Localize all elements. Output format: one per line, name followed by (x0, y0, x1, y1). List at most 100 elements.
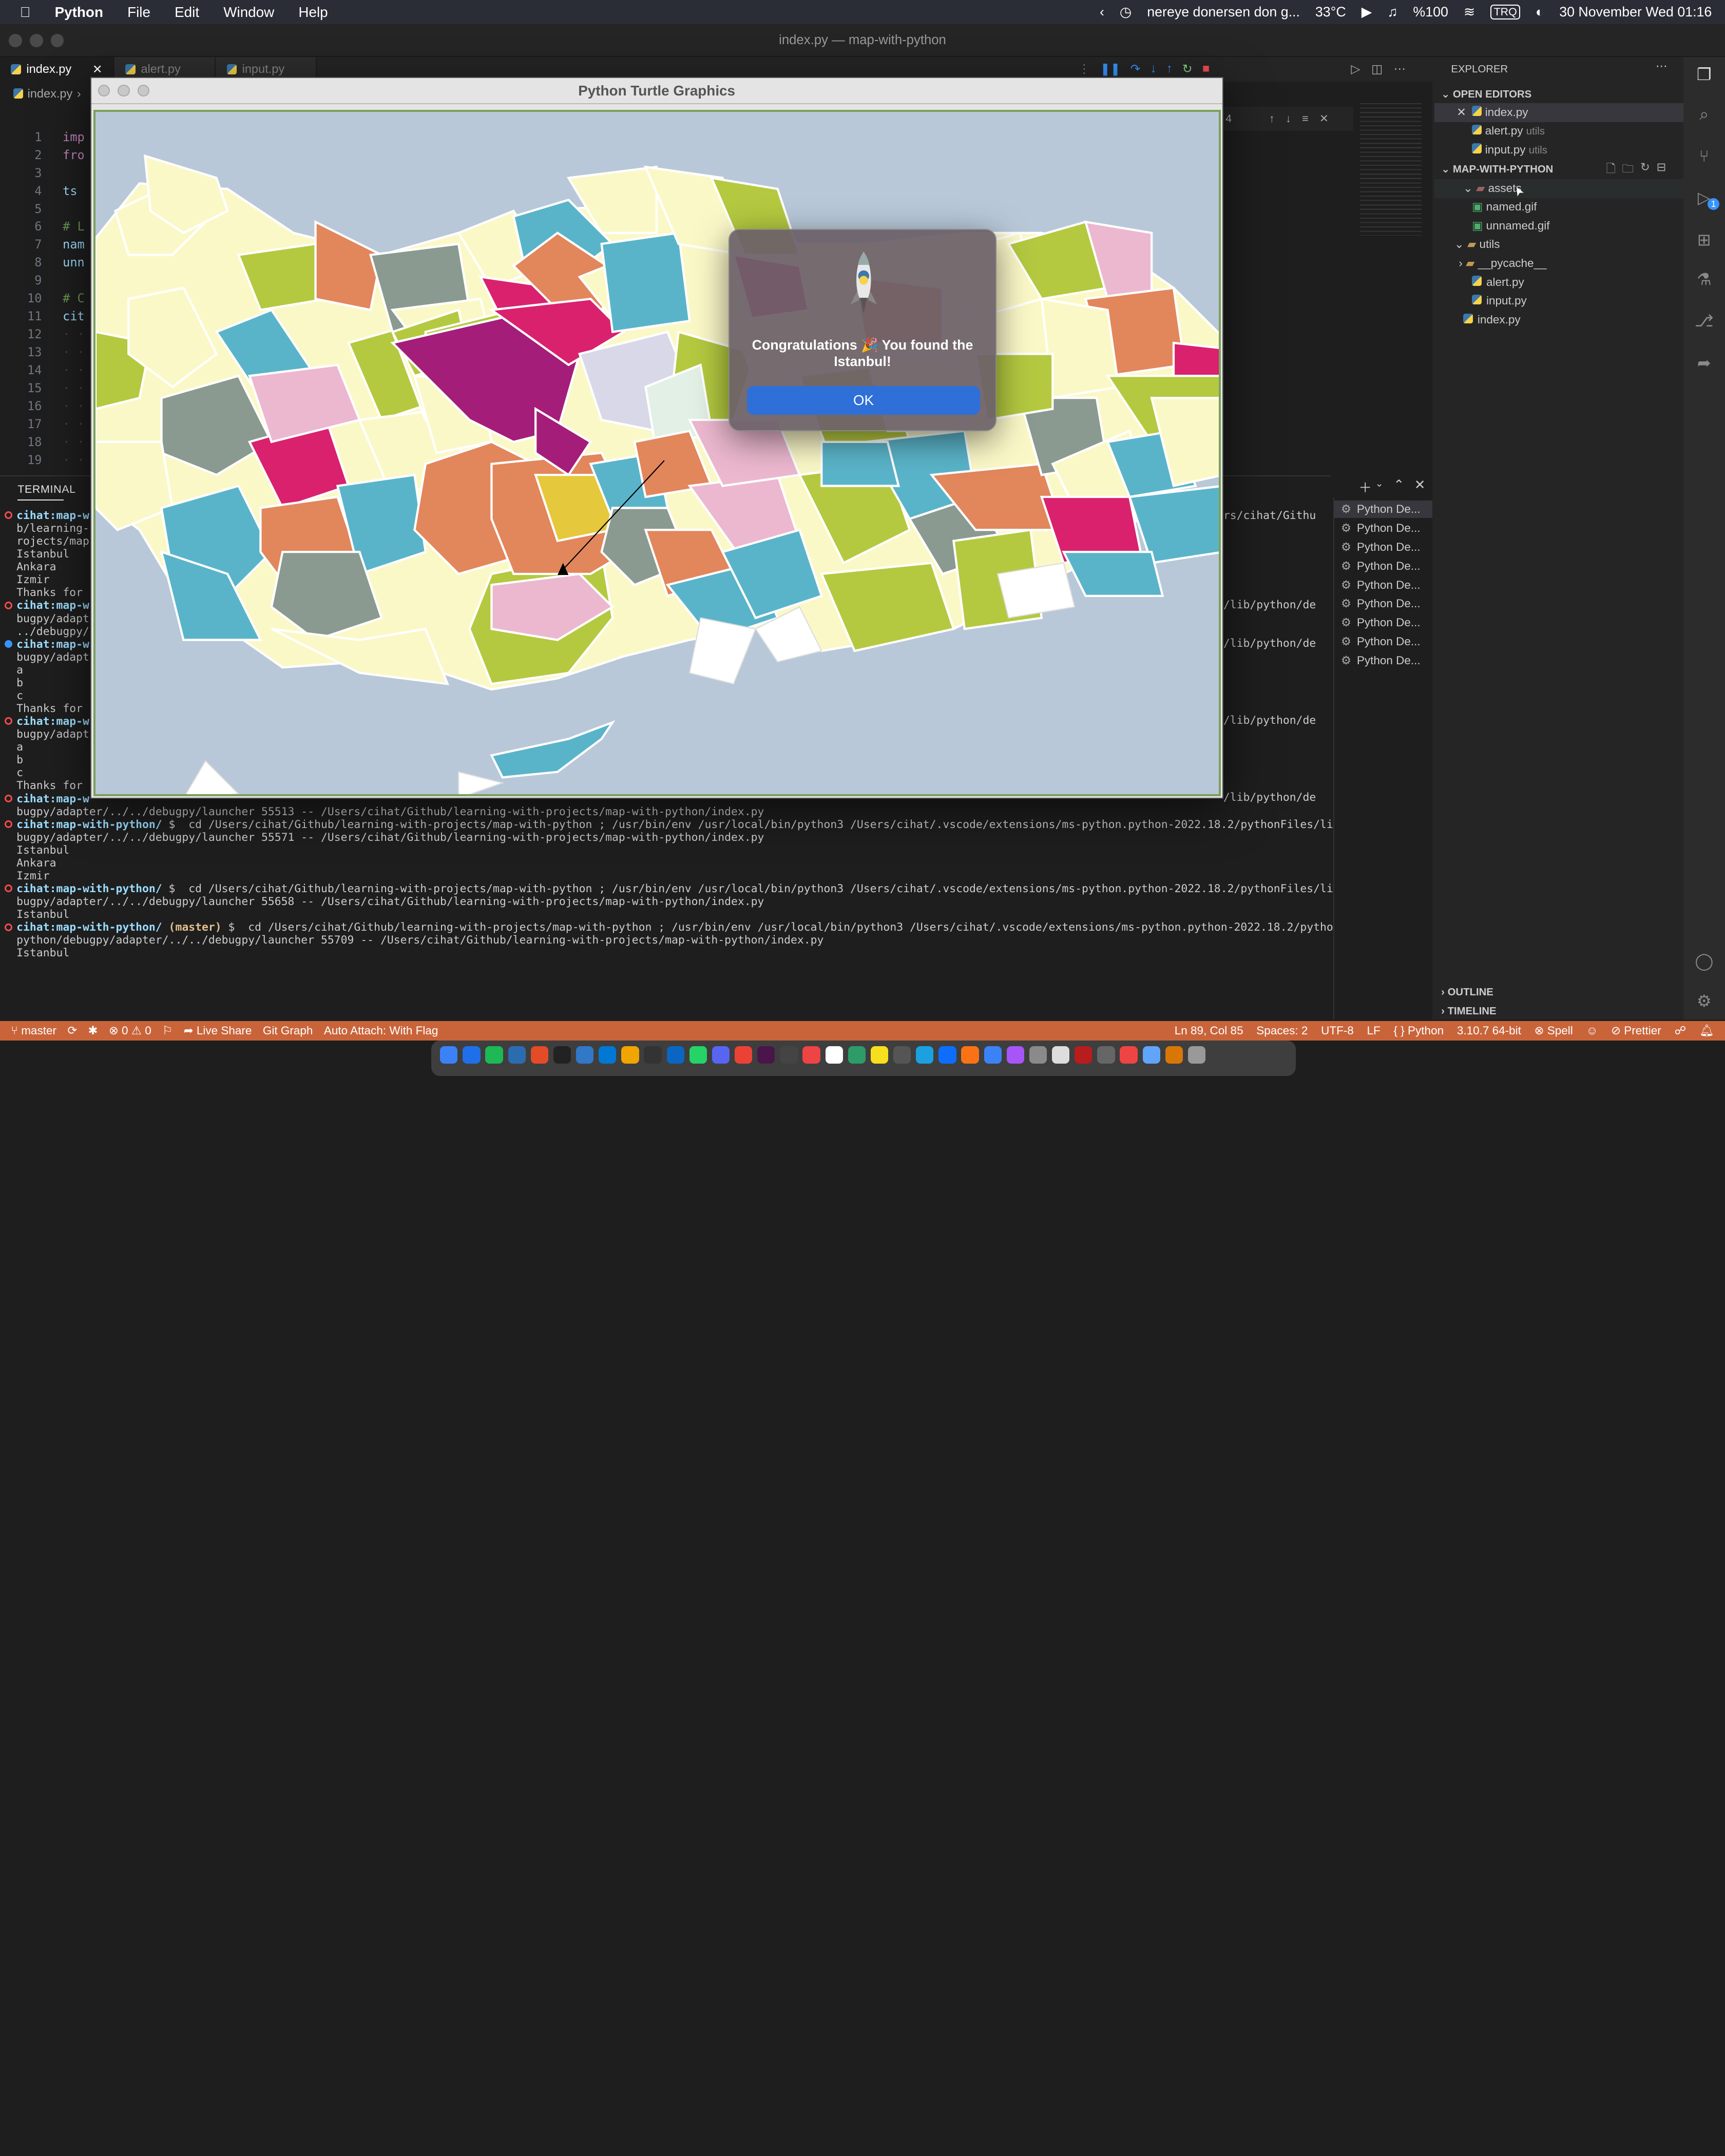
control-center-icon[interactable]: ◐ (1536, 4, 1544, 20)
terminal-session-item[interactable]: ⚙ Python De... (1341, 538, 1421, 556)
battery-text[interactable]: %100 (1413, 4, 1448, 20)
collapse-all-icon[interactable]: ⊟ (1657, 161, 1666, 180)
open-editor-alert[interactable]: alert.py utils (1472, 124, 1545, 138)
menu-help[interactable]: Help (298, 4, 328, 21)
dock-acrobat-icon[interactable] (1075, 1046, 1092, 1064)
git-graph-button[interactable]: Git Graph (263, 1024, 313, 1037)
turkey-map[interactable] (95, 112, 1221, 796)
input-language[interactable]: TRQ (1490, 5, 1521, 20)
tree-item-named-gif[interactable]: ▣ named.gif (1472, 200, 1537, 214)
settings-gear-icon[interactable]: ⚙ (1693, 990, 1715, 1012)
turkey-map-canvas[interactable] (93, 110, 1221, 797)
dock-figma-icon[interactable] (666, 1046, 684, 1064)
new-file-icon[interactable]: 🗋 (1606, 161, 1616, 180)
command-status-icon[interactable] (4, 511, 12, 519)
testing-icon[interactable]: ⚗ (1693, 268, 1715, 291)
terminal-session-item[interactable]: ⚙ Python De... (1341, 595, 1421, 612)
search-icon[interactable]: ⌕ (1693, 103, 1715, 125)
wifi-icon[interactable]: ≋ (1464, 4, 1475, 20)
pause-icon[interactable]: ❚❚ (1100, 62, 1121, 76)
chevron-icon[interactable]: ⌄ (1463, 182, 1476, 195)
clock-text[interactable]: 30 November Wed 01:16 (1559, 4, 1712, 20)
play-icon[interactable]: ▶ (1362, 4, 1372, 20)
dock-archive-icon[interactable] (1165, 1046, 1183, 1064)
indentation[interactable]: Spaces: 2 (1256, 1024, 1308, 1037)
chevron-left-icon[interactable]: ‹ (1100, 4, 1104, 20)
dock-gmail-icon[interactable] (735, 1046, 753, 1064)
timeline-section[interactable]: › TIMELINE (1441, 1006, 1496, 1017)
dock-tableplus-icon[interactable] (893, 1046, 911, 1064)
prettier-button[interactable]: ⊘ Prettier (1611, 1024, 1661, 1037)
encoding[interactable]: UTF-8 (1321, 1024, 1354, 1037)
copilot-icon[interactable]: ☺ (1586, 1024, 1598, 1037)
temperature-text[interactable]: 33°C (1315, 4, 1346, 20)
terminal-session-item[interactable]: ⚙ Python De... (1341, 614, 1421, 631)
extensions-icon[interactable]: ⊞ (1693, 229, 1715, 251)
cursor-position[interactable]: Ln 89, Col 85 (1175, 1024, 1243, 1037)
chevron-icon[interactable]: ⌄ (1454, 238, 1467, 251)
find-in-selection-icon[interactable]: ≡ (1302, 112, 1309, 125)
menu-edit[interactable]: Edit (175, 4, 199, 21)
tree-item---pycache--[interactable]: › ▰ __pycache__ (1459, 257, 1546, 270)
source-control-icon[interactable]: ⑂ (1693, 145, 1715, 167)
command-status-icon[interactable] (4, 794, 12, 802)
ok-button[interactable]: OK (746, 386, 981, 415)
close-icon[interactable]: ✕ (1319, 112, 1329, 125)
code-line[interactable]: # L (63, 219, 85, 234)
dock-trash-icon[interactable] (1187, 1046, 1206, 1064)
code-line[interactable]: ts (63, 184, 77, 198)
dock-terminal-icon[interactable] (553, 1046, 571, 1064)
restart-icon[interactable]: ↻ (1182, 62, 1193, 76)
live-share-button[interactable]: ➦ Live Share (184, 1024, 252, 1037)
dock-iterm-icon[interactable] (780, 1046, 798, 1064)
command-status-icon[interactable] (4, 884, 12, 893)
menu-app-name[interactable]: Python (55, 4, 103, 21)
tree-item-index-py[interactable]: index.py (1463, 313, 1521, 326)
now-playing-text[interactable]: nereye donersen don g... (1147, 4, 1300, 20)
more-actions-icon[interactable]: ⋯ (1656, 60, 1667, 73)
dock-sublime-icon[interactable] (1120, 1046, 1138, 1064)
dock-xcode-icon[interactable] (984, 1046, 1002, 1064)
new-folder-icon[interactable]: 🗀 (1622, 161, 1634, 180)
dock-discord-icon[interactable] (712, 1046, 730, 1064)
headphones-icon[interactable]: ♫ (1387, 4, 1397, 20)
stop-icon[interactable]: ■ (1202, 62, 1210, 76)
code-line[interactable]: nam (63, 237, 85, 252)
new-terminal-icon[interactable]: ＋ (1358, 477, 1372, 496)
tree-item-input-py[interactable]: input.py (1472, 294, 1527, 307)
dock-folder-icon[interactable] (1142, 1046, 1160, 1064)
run-icon[interactable]: ▷ (1351, 62, 1360, 76)
command-status-icon[interactable] (4, 717, 12, 725)
chevron-down-icon[interactable]: ⌄ (1375, 477, 1384, 496)
dock-github-icon[interactable] (621, 1046, 639, 1064)
breadcrumb[interactable]: index.py › (0, 84, 88, 104)
split-editor-icon[interactable]: ◫ (1371, 62, 1383, 76)
dock-notes-icon[interactable] (825, 1046, 843, 1064)
tree-item-utils[interactable]: ⌄ ▰ utils (1454, 238, 1500, 251)
step-into-icon[interactable]: ↓ (1151, 62, 1157, 76)
dock-vscode-alt-icon[interactable] (576, 1046, 594, 1064)
account-icon[interactable]: ◯ (1693, 950, 1715, 972)
terminal-session-item[interactable]: ⚙ Python De... (1341, 557, 1421, 575)
terminal-tab[interactable]: TERMINAL (17, 483, 75, 500)
code-line[interactable]: # C (63, 291, 85, 305)
live-share-icon[interactable]: ➦ (1693, 352, 1715, 374)
project-section[interactable]: ⌄ MAP-WITH-PYTHON (1441, 163, 1553, 176)
terminal-session-item[interactable]: ⚙ Python De... (1334, 500, 1432, 518)
dock-trello-icon[interactable] (644, 1046, 662, 1064)
more-actions-icon[interactable]: ⋯ (1394, 62, 1406, 76)
code-line[interactable]: fro (63, 148, 85, 162)
spell-checker[interactable]: ⊗ Spell (1535, 1024, 1573, 1037)
dock-spotify-icon[interactable] (485, 1046, 503, 1064)
dock-preview-icon[interactable] (1006, 1046, 1024, 1064)
dock-slack-icon[interactable] (757, 1046, 775, 1064)
code-line[interactable]: cit (63, 309, 85, 323)
step-out-icon[interactable]: ↑ (1166, 62, 1173, 76)
sync-icon[interactable]: ⟳ (67, 1024, 77, 1037)
open-editors-section[interactable]: ⌄ OPEN EDITORS (1441, 88, 1531, 101)
drag-handle-icon[interactable]: ⋮ (1078, 62, 1090, 76)
dock-appstore-icon[interactable] (938, 1046, 956, 1064)
code-line[interactable]: imp (63, 130, 85, 144)
close-icon[interactable]: ✕ (92, 62, 103, 76)
breadcrumb-file[interactable]: index.py (28, 87, 73, 101)
